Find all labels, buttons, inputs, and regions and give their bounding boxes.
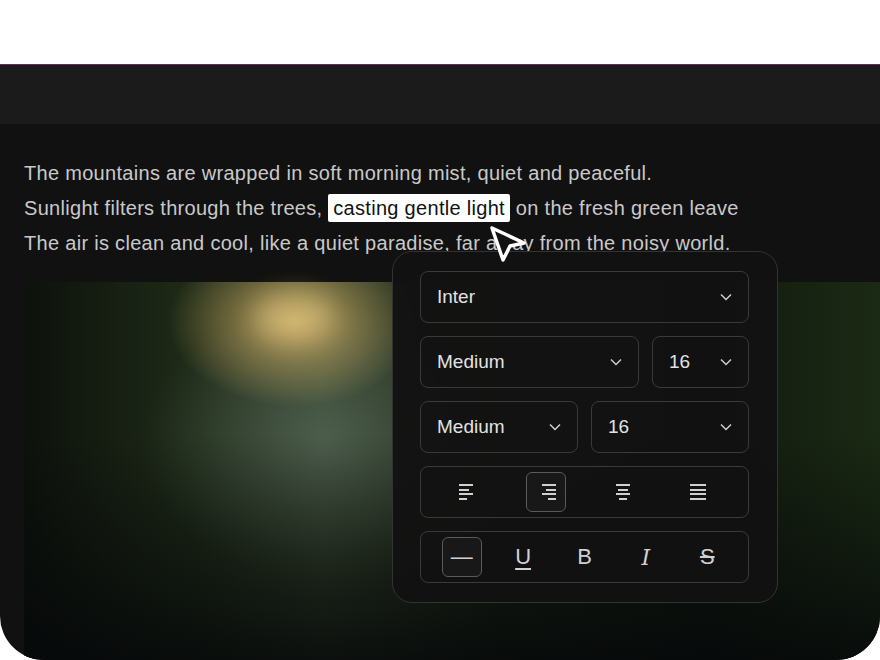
- align-button[interactable]: [526, 472, 566, 512]
- editor-card: The mountains are wrapped in soft mornin…: [0, 64, 880, 660]
- strike-style-button[interactable]: S: [687, 537, 727, 577]
- alignment-group: [420, 466, 749, 518]
- size-select[interactable]: 16: [652, 336, 749, 388]
- selected-text[interactable]: casting gentle light: [328, 194, 510, 222]
- weight-size-row: Medium16: [420, 336, 749, 388]
- format-popover: InterMedium16Medium16—UBIS: [392, 251, 778, 603]
- align-right-icon: [536, 484, 556, 500]
- text-segment[interactable]: The mountains are wrapped in soft mornin…: [24, 162, 652, 184]
- chevron-down-icon: [720, 423, 732, 431]
- align-left-icon: [459, 484, 479, 500]
- page: The mountains are wrapped in soft mornin…: [0, 0, 880, 660]
- chevron-down-icon: [720, 358, 732, 366]
- chevron-down-icon: [720, 293, 732, 301]
- chevron-down-icon: [549, 423, 561, 431]
- align-button[interactable]: [680, 472, 720, 512]
- text-style-group: — UBIS: [420, 531, 749, 583]
- text-segment[interactable]: on the fresh green leave: [510, 197, 739, 219]
- align-center-icon: [613, 484, 633, 500]
- sun-glow: [254, 292, 334, 342]
- weight-select[interactable]: Medium: [420, 336, 639, 388]
- align-button[interactable]: [449, 472, 489, 512]
- weight-select[interactable]: Medium: [420, 401, 578, 453]
- size-select[interactable]: 16: [591, 401, 749, 453]
- align-justify-icon: [690, 484, 710, 500]
- text-segment[interactable]: Sunlight filters through the trees,: [24, 197, 328, 219]
- align-button[interactable]: [603, 472, 643, 512]
- chevron-down-icon: [610, 358, 622, 366]
- text-line[interactable]: The mountains are wrapped in soft mornin…: [24, 156, 880, 191]
- underline-style-button[interactable]: U: [503, 537, 543, 577]
- top-bar: [0, 65, 880, 124]
- none-style-button[interactable]: —: [442, 537, 482, 577]
- bold-style-button[interactable]: B: [564, 537, 604, 577]
- text-line[interactable]: Sunlight filters through the trees, cast…: [24, 191, 880, 226]
- mouse-pointer-icon: [488, 225, 528, 265]
- font-select[interactable]: Inter: [420, 271, 749, 323]
- italic-style-button[interactable]: I: [626, 537, 666, 577]
- weight-size-row: Medium16: [420, 401, 749, 453]
